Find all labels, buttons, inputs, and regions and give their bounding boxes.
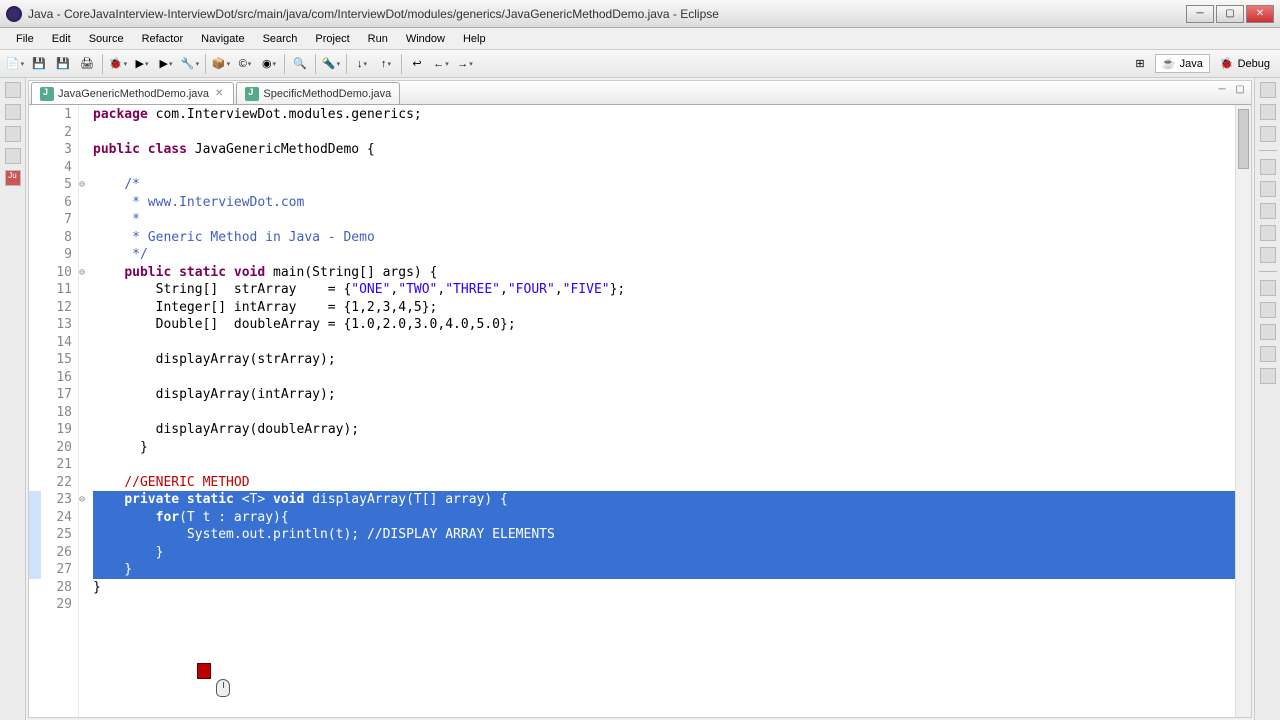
close-tab-icon[interactable]: ✕ <box>213 88 225 99</box>
titlebar: Java - CoreJavaInterview-InterviewDot/sr… <box>0 0 1280 28</box>
new-package-button[interactable]: 📦▾ <box>210 53 232 75</box>
menu-run[interactable]: Run <box>360 31 396 47</box>
menu-help[interactable]: Help <box>455 31 494 47</box>
line-numbers: 1234567891011121314151617181920212223242… <box>41 105 79 717</box>
open-perspective-button[interactable]: ⊞ <box>1129 53 1151 75</box>
prev-annotation-button[interactable]: ↑▾ <box>375 53 397 75</box>
search-button[interactable]: 🔦▾ <box>320 53 342 75</box>
perspective-debug[interactable]: 🐞 Debug <box>1214 55 1276 72</box>
save-button[interactable]: 💾 <box>28 53 50 75</box>
history-icon[interactable] <box>1260 324 1276 340</box>
java-file-icon <box>245 87 259 101</box>
window-title: Java - CoreJavaInterview-InterviewDot/sr… <box>28 7 1186 21</box>
restore-right-icon[interactable] <box>1260 82 1276 98</box>
declaration-icon[interactable] <box>1260 225 1276 241</box>
marker-bar <box>29 105 41 717</box>
maximize-button[interactable]: ▢ <box>1216 5 1244 23</box>
editor-body[interactable]: 1234567891011121314151617181920212223242… <box>29 105 1251 717</box>
folding-column[interactable]: ⊖⊖⊖ <box>79 105 89 717</box>
restore-right3-icon[interactable] <box>1260 280 1276 296</box>
outline-icon[interactable] <box>1260 126 1276 142</box>
tab-label: SpecificMethodDemo.java <box>263 88 391 100</box>
menu-file[interactable]: File <box>8 31 42 47</box>
menu-search[interactable]: Search <box>255 31 306 47</box>
minimize-button[interactable]: ─ <box>1186 5 1214 23</box>
new-button[interactable]: 📄▾ <box>4 53 26 75</box>
run-last-button[interactable]: ▶▾ <box>155 53 177 75</box>
forward-button[interactable]: →▾ <box>454 53 476 75</box>
menu-project[interactable]: Project <box>307 31 357 47</box>
left-view-trim: Ju <box>0 78 26 720</box>
task-list-icon[interactable] <box>1260 104 1276 120</box>
perspective-java[interactable]: ☕ Java <box>1155 54 1210 73</box>
hierarchy-icon[interactable] <box>5 126 21 142</box>
progress-icon[interactable] <box>1260 368 1276 384</box>
code-content[interactable]: package com.InterviewDot.modules.generic… <box>89 105 1235 717</box>
javadoc-icon[interactable] <box>1260 203 1276 219</box>
synchronize-icon[interactable] <box>1260 346 1276 362</box>
editor-tab[interactable]: SpecificMethodDemo.java <box>236 82 400 104</box>
eclipse-icon <box>6 6 22 22</box>
console-icon[interactable] <box>1260 247 1276 263</box>
menu-edit[interactable]: Edit <box>44 31 79 47</box>
last-edit-button[interactable]: ↩ <box>406 53 428 75</box>
restore-right2-icon[interactable] <box>1260 159 1276 175</box>
right-view-trim <box>1254 78 1280 720</box>
next-annotation-button[interactable]: ↓▾ <box>351 53 373 75</box>
toolbar: 📄▾ 💾 💾 🖨 🐞▾ ▶▾ ▶▾ 🔧▾ 📦▾ ©▾ ◉▾ 🔍 🔦▾ ↓▾ ↑▾… <box>0 50 1280 78</box>
search-view-icon[interactable] <box>1260 302 1276 318</box>
java-persp-icon: ☕ <box>1162 57 1176 70</box>
save-all-button[interactable]: 💾 <box>52 53 74 75</box>
debug-persp-icon: 🐞 <box>1220 57 1234 70</box>
text-cursor-icon <box>197 663 211 679</box>
perspective-label: Debug <box>1238 58 1270 70</box>
menu-refactor[interactable]: Refactor <box>134 31 192 47</box>
maximize-view-icon[interactable]: ▢ <box>1233 84 1247 98</box>
external-tools-button[interactable]: 🔧▾ <box>179 53 201 75</box>
menu-source[interactable]: Source <box>81 31 132 47</box>
open-type-button[interactable]: 🔍 <box>289 53 311 75</box>
debug-button[interactable]: 🐞▾ <box>107 53 129 75</box>
minimize-view-icon[interactable]: ─ <box>1215 84 1229 98</box>
editor-tab[interactable]: JavaGenericMethodDemo.java ✕ <box>31 82 234 104</box>
restore-icon[interactable] <box>5 82 21 98</box>
run-button[interactable]: ▶▾ <box>131 53 153 75</box>
new-class-button[interactable]: ©▾ <box>234 53 256 75</box>
tab-label: JavaGenericMethodDemo.java <box>58 88 209 100</box>
package-explorer-icon[interactable] <box>5 104 21 120</box>
problems-icon[interactable] <box>1260 181 1276 197</box>
editor-tabs: JavaGenericMethodDemo.java ✕ SpecificMetho… <box>29 81 1251 105</box>
editor-area: JavaGenericMethodDemo.java ✕ SpecificMetho… <box>28 80 1252 718</box>
vertical-scrollbar[interactable] <box>1235 105 1251 717</box>
menubar: FileEditSourceRefactorNavigateSearchProj… <box>0 28 1280 50</box>
perspective-label: Java <box>1180 58 1203 70</box>
menu-window[interactable]: Window <box>398 31 453 47</box>
navigator-icon[interactable] <box>5 148 21 164</box>
java-file-icon <box>40 87 54 101</box>
junit-icon[interactable]: Ju <box>5 170 21 186</box>
back-button[interactable]: ←▾ <box>430 53 452 75</box>
close-button[interactable]: ✕ <box>1246 5 1274 23</box>
print-button[interactable]: 🖨 <box>76 53 98 75</box>
menu-navigate[interactable]: Navigate <box>193 31 252 47</box>
new-type-button[interactable]: ◉▾ <box>258 53 280 75</box>
